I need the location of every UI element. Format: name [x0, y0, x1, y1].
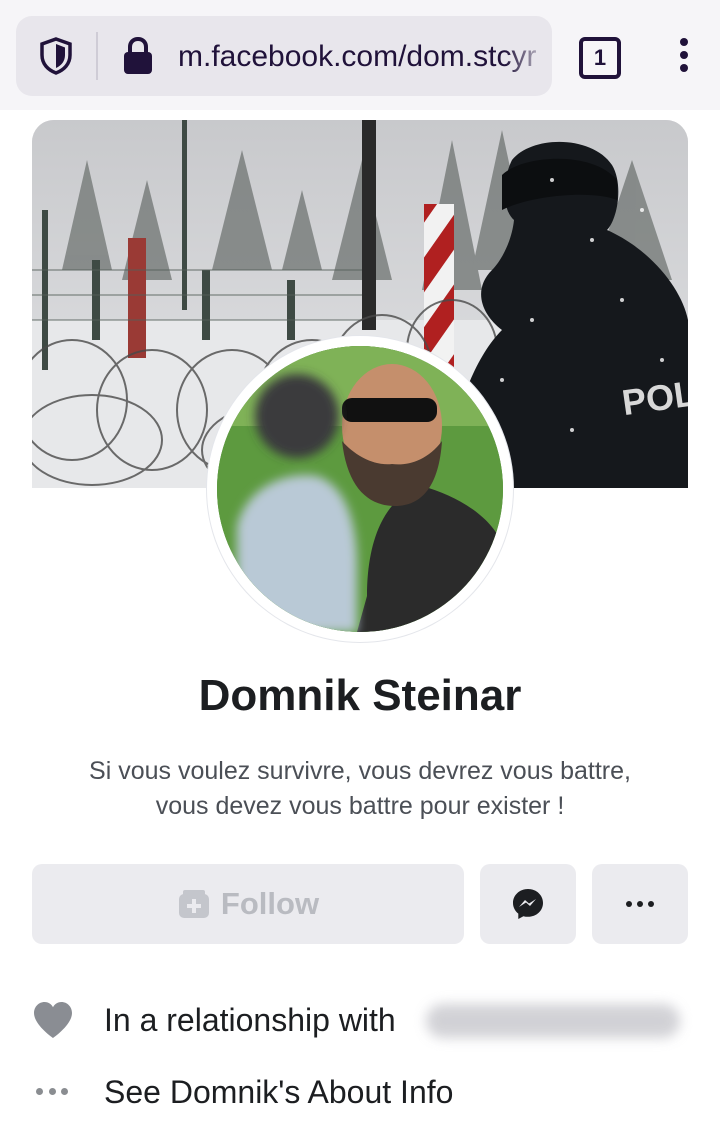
profile-bio-line-2: vous devez vous battre pour exister ! — [155, 792, 565, 820]
browser-toolbar: m.facebook.com/dom.stcyr 1 — [0, 0, 720, 110]
follow-button[interactable]: Follow — [32, 864, 464, 944]
more-dots-icon — [626, 901, 654, 907]
tab-count-button[interactable]: 1 — [579, 37, 621, 79]
more-options-button[interactable] — [592, 864, 688, 944]
about-dots-icon — [36, 1088, 68, 1096]
kebab-menu-icon[interactable] — [672, 38, 696, 78]
shield-icon[interactable] — [38, 36, 74, 76]
follow-label: Follow — [220, 886, 320, 921]
profile-name: Domnik Steinar — [198, 671, 522, 720]
profile-bio: Si vous voulez survivre, vous devrez vou… — [40, 754, 680, 824]
heart-icon — [34, 1002, 72, 1038]
profile-avatar[interactable] — [217, 346, 503, 632]
lock-icon[interactable] — [122, 36, 154, 76]
url-separator — [96, 32, 98, 80]
see-about-info-link[interactable]: See Domnik's About Info — [104, 1070, 453, 1114]
url-text[interactable]: m.facebook.com/dom.stcyr — [178, 36, 550, 80]
profile-bio-line-1: Si vous voulez survivre, vous devrez vou… — [89, 757, 631, 785]
follow-icon — [178, 890, 209, 918]
blurred-partner-name[interactable] — [426, 1004, 680, 1038]
relationship-label: In a relationship with — [104, 1002, 396, 1038]
messenger-icon — [513, 889, 543, 919]
message-button[interactable] — [480, 864, 576, 944]
